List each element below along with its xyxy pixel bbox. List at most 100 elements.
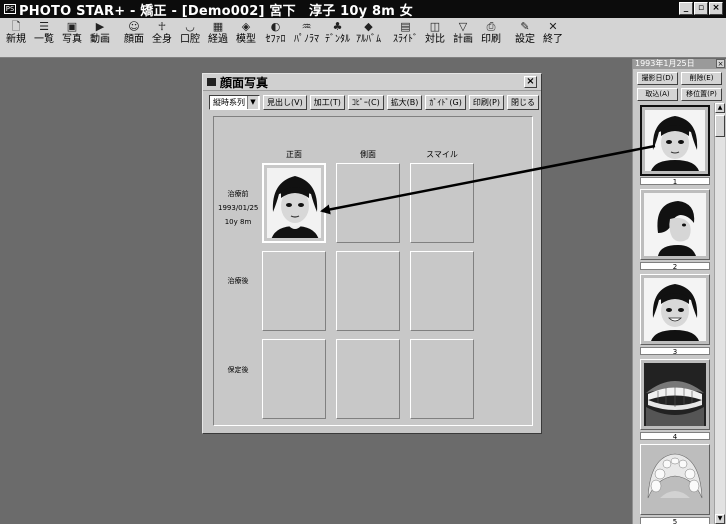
close-button[interactable]: ×: [709, 2, 723, 15]
photo-slot-before-smile[interactable]: [410, 163, 474, 243]
progress-icon: ▦: [212, 20, 224, 33]
toolbar-button-face[interactable]: ☺ 顔面: [120, 18, 148, 56]
toolbar-button-list[interactable]: ☰ 一覧: [30, 18, 58, 56]
toolbar-button-mouth[interactable]: ◡ 口腔: [176, 18, 204, 56]
column-header-side: 側面: [360, 150, 376, 159]
toolbar-button-label: ｱﾙﾊﾞﾑ: [356, 34, 381, 45]
edit-button[interactable]: 加工(T): [309, 95, 345, 110]
row-label-before: 治療前 1993/01/25 10y 8m: [218, 187, 258, 229]
photo-slot-retention-smile[interactable]: [410, 339, 474, 419]
face-window-title: 顔面写真: [220, 75, 269, 90]
face-window-toolbar: 縦時系列 見出し(V) 加工(T) ｺﾋﾟｰ(C) 拡大(B) ｶﾞｲﾄﾞ(G)…: [203, 91, 541, 113]
scroll-up-icon[interactable]: ▲: [715, 103, 725, 113]
photo-slot-before-side[interactable]: [336, 163, 400, 243]
toolbar-button-label: 写真: [62, 34, 82, 45]
toolbar-button-label: 終了: [543, 34, 563, 45]
toolbar-button-label: 全身: [152, 34, 172, 45]
thumbnail-panel-close-button[interactable]: ×: [716, 59, 725, 68]
toolbar-button-label: 設定: [515, 34, 535, 45]
app-titlebar: PS PHOTO STAR+ - 矯正 - [Demo002] 宮下 淳子 10…: [0, 0, 726, 19]
scroll-down-icon[interactable]: ▼: [715, 514, 725, 524]
zoom-button[interactable]: 拡大(B): [386, 95, 423, 110]
photo-slot-after-smile[interactable]: [410, 251, 474, 331]
toolbar-button-label: 顔面: [124, 34, 144, 45]
import-button[interactable]: 取込(A): [637, 88, 678, 101]
thumbnail-5-image: [644, 448, 706, 511]
close-window-button[interactable]: 閉じる: [506, 95, 539, 110]
toolbar-button-new-document[interactable]: 🗋 新規: [2, 18, 30, 56]
capture-date-button[interactable]: 撮影日(D): [637, 72, 678, 85]
toolbar-button-print[interactable]: ⎙ 印刷: [477, 18, 505, 56]
copy-button[interactable]: ｺﾋﾟｰ(C): [347, 95, 384, 110]
photo-slot-before-front[interactable]: [262, 163, 326, 243]
toolbar-button-label: 口腔: [180, 34, 200, 45]
toolbar-button-panorama[interactable]: ♒ ﾊﾟﾉﾗﾏ: [291, 18, 322, 56]
toolbar-button-label: ﾊﾟﾉﾗﾏ: [294, 34, 319, 45]
photo-slot-retention-side[interactable]: [336, 339, 400, 419]
print-icon: ⎙: [486, 20, 496, 33]
toolbar-button-album[interactable]: ◆ ｱﾙﾊﾞﾑ: [353, 18, 384, 56]
thumbnail-1[interactable]: [640, 105, 710, 176]
window-title: PHOTO STAR+ - 矯正 - [Demo002] 宮下 淳子 10y 8…: [19, 3, 413, 19]
thumbnail-2-number: 2: [640, 262, 710, 271]
thumbnail-scrollbar[interactable]: ▲ ▼: [714, 103, 725, 524]
thumbnail-1-number: 1: [640, 177, 710, 186]
toolbar-button-photo[interactable]: ▣ 写真: [58, 18, 86, 56]
print-button[interactable]: 印刷(P): [468, 95, 504, 110]
toolbar-button-exit[interactable]: ✕ 終了: [539, 18, 567, 56]
toolbar-button-settings[interactable]: ✎ 設定: [511, 18, 539, 56]
row-label-retention-title: 保定後: [227, 366, 249, 374]
thumbnail-4-image: [644, 363, 706, 426]
toolbar-button-model[interactable]: ◈ 模型: [232, 18, 260, 56]
move-position-button[interactable]: 移位置(P): [681, 88, 722, 101]
delete-button[interactable]: 削除(E): [681, 72, 722, 85]
thumbnail-panel-date: 1993年1月25日: [635, 59, 695, 68]
toolbar-button-progress[interactable]: ▦ 経過: [204, 18, 232, 56]
toolbar-button-body[interactable]: ☥ 全身: [148, 18, 176, 56]
face-window-close-button[interactable]: ×: [524, 76, 537, 88]
settings-icon: ✎: [520, 20, 530, 33]
guide-button[interactable]: ｶﾞｲﾄﾞ(G): [425, 95, 466, 110]
photo-icon: ▣: [66, 20, 78, 33]
toolbar-button-video[interactable]: ▶ 動画: [86, 18, 114, 56]
exit-icon: ✕: [548, 20, 558, 33]
row-label-before-title: 治療前: [227, 190, 249, 198]
album-icon: ◆: [364, 20, 373, 33]
photo-slot-after-side[interactable]: [336, 251, 400, 331]
toolbar-button-plan[interactable]: ▽ 計画: [449, 18, 477, 56]
face-window-titlebar[interactable]: 顔面写真 ×: [203, 74, 541, 91]
toolbar-button-dental[interactable]: ♣ ﾃﾞﾝﾀﾙ: [322, 18, 353, 56]
thumbnail-3-image: [644, 278, 706, 341]
photo-slot-retention-front[interactable]: [262, 339, 326, 419]
toolbar-button-label: ｾﾌｧﾛ: [265, 34, 286, 45]
column-header-smile: スマイル: [426, 150, 458, 159]
thumbnail-5[interactable]: [640, 444, 710, 515]
scrollbar-thumb[interactable]: [715, 115, 725, 137]
order-select[interactable]: 縦時系列: [209, 95, 260, 110]
thumbnail-4-number: 4: [640, 432, 710, 441]
thumbnail-1-image: [645, 110, 705, 171]
toolbar-button-compare[interactable]: ◫ 対比: [421, 18, 449, 56]
toolbar-button-slide[interactable]: ▤ ｽﾗｲﾄﾞ: [390, 18, 421, 56]
thumbnail-panel-titlebar[interactable]: 1993年1月25日 ×: [633, 59, 726, 69]
minimize-button[interactable]: _: [679, 2, 693, 15]
thumbnail-4[interactable]: [640, 359, 710, 430]
view-button[interactable]: 見出し(V): [263, 95, 307, 110]
thumbnail-panel: 1993年1月25日 × 撮影日(D) 削除(E) 取込(A) 移位置(P) 1…: [632, 59, 726, 524]
restore-button[interactable]: ▫: [694, 2, 708, 15]
face-photo-window: 顔面写真 × 縦時系列 見出し(V) 加工(T) ｺﾋﾟｰ(C) 拡大(B) ｶ…: [202, 73, 542, 434]
toolbar-button-label: ﾃﾞﾝﾀﾙ: [325, 34, 350, 45]
photo-slot-after-front[interactable]: [262, 251, 326, 331]
face-icon: ☺: [128, 20, 140, 33]
window-icon: [207, 78, 216, 86]
thumbnail-buttons-row-1: 撮影日(D) 削除(E): [633, 69, 726, 85]
thumbnail-2[interactable]: [640, 189, 710, 260]
app-logo-icon: PS: [4, 4, 16, 14]
column-header-front: 正面: [286, 150, 302, 159]
toolbar-button-cephalo[interactable]: ◐ ｾﾌｧﾛ: [260, 18, 291, 56]
slide-icon: ▤: [400, 20, 411, 33]
toolbar-button-label: 計画: [453, 34, 473, 45]
thumbnail-3[interactable]: [640, 274, 710, 345]
new-document-icon: 🗋: [11, 20, 21, 33]
main-toolbar: 🗋 新規 ☰ 一覧 ▣ 写真 ▶ 動画 ☺ 顔面 ☥ 全身 ◡ 口腔 ▦ 経過 ◈ 模型 ◐ ｾﾌｧﾛ ♒ ﾊﾟﾉﾗﾏ ♣ ﾃ…: [0, 18, 726, 58]
